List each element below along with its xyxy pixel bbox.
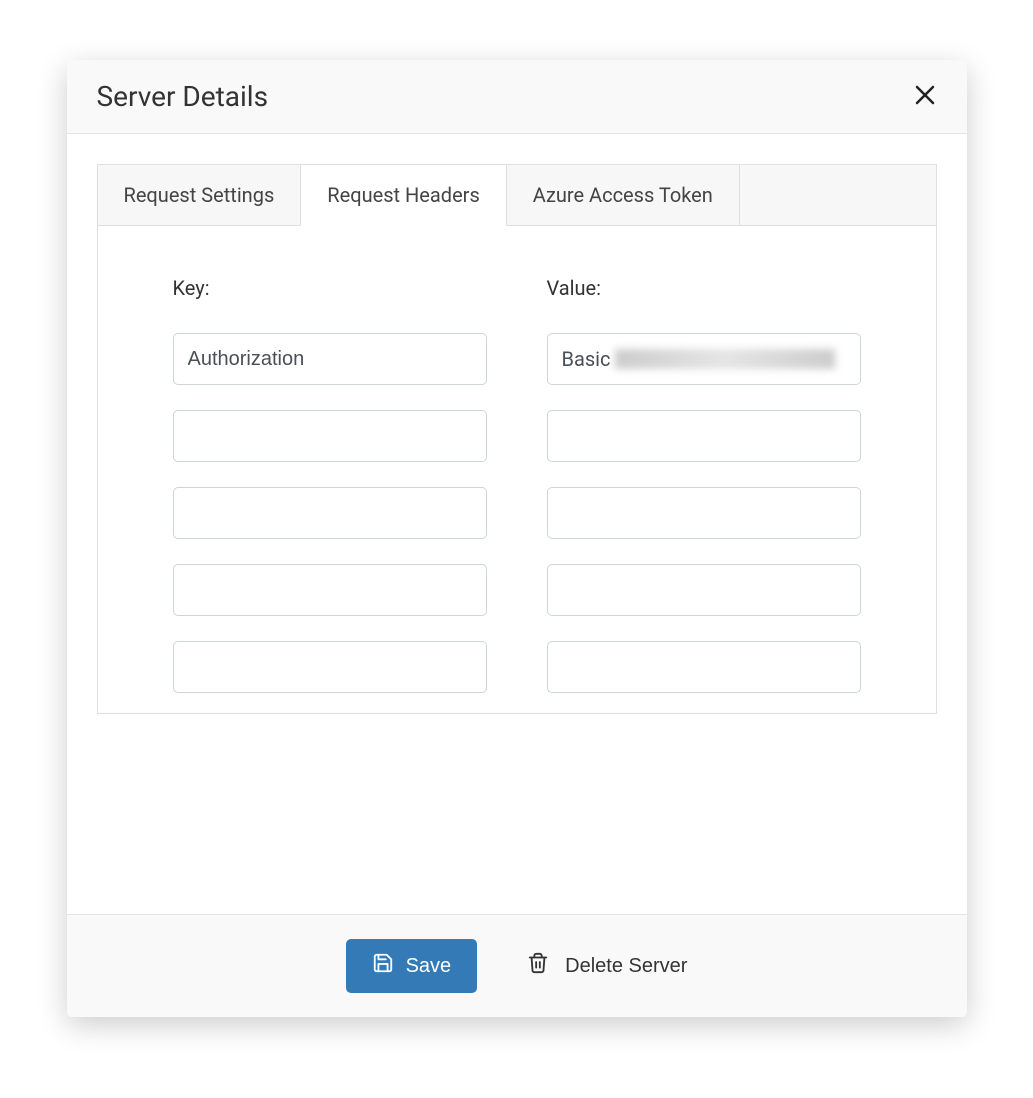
header-key-input[interactable] [173,641,487,693]
modal-body: Request Settings Request Headers Azure A… [67,134,967,914]
tab-request-settings[interactable]: Request Settings [97,164,301,226]
tabs-bar: Request Settings Request Headers Azure A… [97,164,937,226]
header-value-input[interactable] [547,641,861,693]
save-button[interactable]: Save [346,939,478,993]
modal-header: Server Details [67,60,967,134]
header-value-input[interactable]: Basic [547,333,861,385]
save-icon [372,952,394,980]
trash-icon [527,952,549,980]
header-value-input[interactable] [547,410,861,462]
header-key-input[interactable] [173,564,487,616]
headers-grid: Key: Value: Basic [173,276,861,693]
header-key-input[interactable] [173,333,487,385]
modal-title: Server Details [97,80,269,113]
tabs-filler [739,164,936,226]
redacted-value [615,349,835,369]
header-key-input[interactable] [173,487,487,539]
key-column-label: Key: [173,276,487,300]
tab-request-headers[interactable]: Request Headers [300,164,506,226]
value-column-label: Value: [547,276,861,300]
header-key-input[interactable] [173,410,487,462]
close-icon[interactable] [913,83,937,111]
server-details-modal: Server Details Request Settings Request … [67,60,967,1017]
header-value-input[interactable] [547,487,861,539]
delete-button-label: Delete Server [565,955,687,978]
header-value-input[interactable] [547,564,861,616]
save-button-label: Save [406,955,452,978]
modal-footer: Save Delete Server [67,914,967,1017]
tab-content: Key: Value: Basic [97,226,937,714]
delete-server-button[interactable]: Delete Server [527,952,687,980]
header-value-text: Basic [562,347,611,371]
tab-azure-access-token[interactable]: Azure Access Token [506,164,739,226]
